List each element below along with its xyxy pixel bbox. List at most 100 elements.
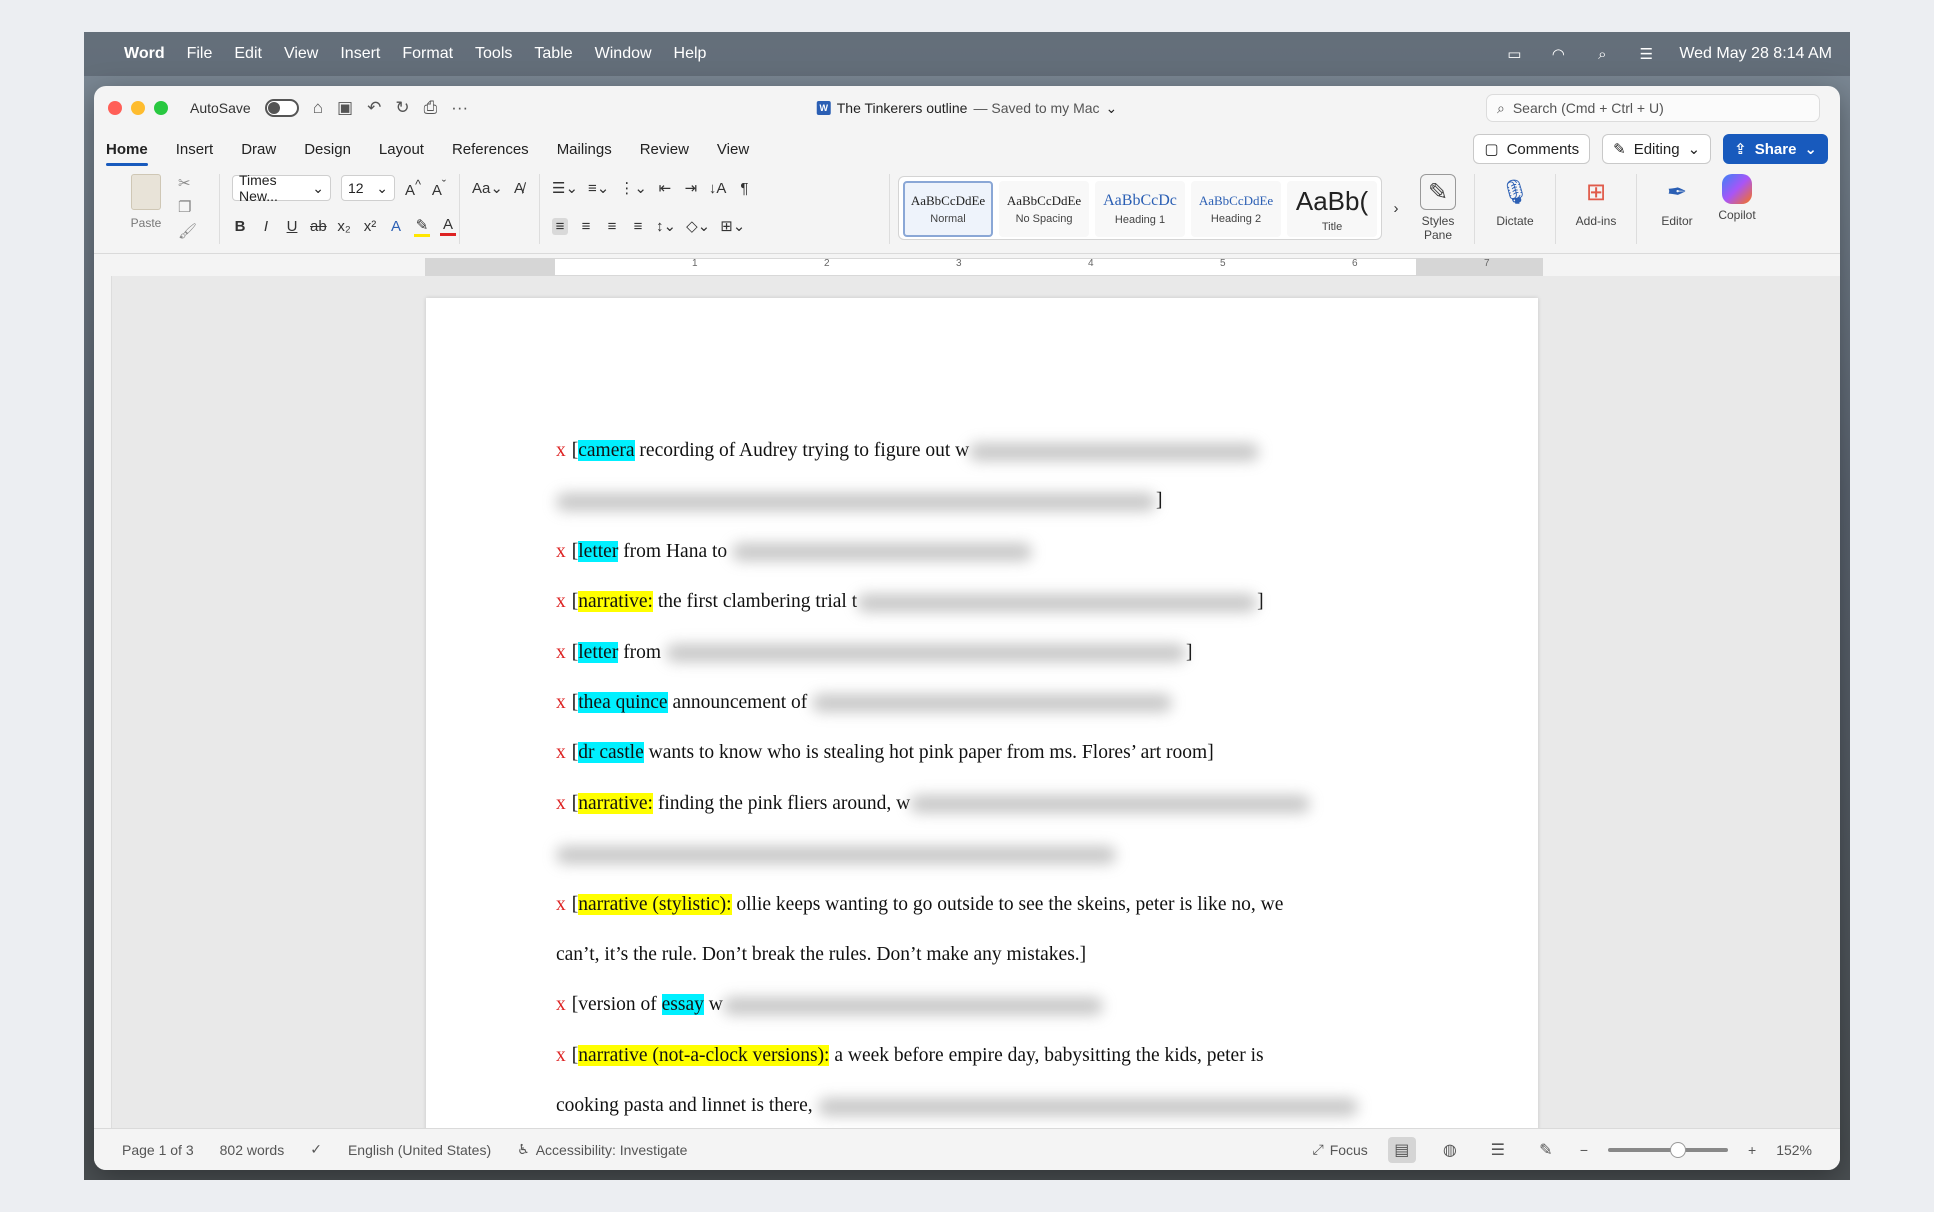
accessibility-indicator[interactable]: ♿ Accessibility: Investigate: [517, 1141, 687, 1158]
outline-view-icon[interactable]: ☰: [1484, 1137, 1512, 1163]
save-icon[interactable]: ▣: [337, 98, 353, 118]
menu-insert[interactable]: Insert: [340, 45, 380, 63]
document-line[interactable]: x [narrative (stylistic): ollie keeps wan…: [556, 880, 1416, 930]
control-center-icon[interactable]: ☰: [1635, 46, 1657, 63]
document-line[interactable]: x [version of essay w: [556, 980, 1416, 1030]
cut-icon[interactable]: ✂: [178, 174, 197, 192]
document-line[interactable]: x [dr castle wants to know who is stealin…: [556, 728, 1416, 778]
superscript-button[interactable]: x²: [362, 218, 378, 235]
styles-more-icon[interactable]: ›: [1388, 200, 1404, 217]
menu-help[interactable]: Help: [674, 45, 707, 63]
document-body[interactable]: x [camera recording of Audrey trying to f…: [556, 426, 1416, 1128]
menu-app-name[interactable]: Word: [124, 45, 165, 63]
copy-icon[interactable]: ❐: [178, 198, 197, 216]
vertical-ruler[interactable]: [94, 276, 112, 1128]
menu-format[interactable]: Format: [402, 45, 453, 63]
dictate-button[interactable]: 🎙 Dictate: [1487, 174, 1543, 229]
tab-design[interactable]: Design: [304, 133, 351, 166]
language-indicator[interactable]: English (United States): [348, 1142, 491, 1158]
document-title[interactable]: W The Tinkerers outline — Saved to my Ma…: [816, 100, 1117, 117]
home-icon[interactable]: ⌂: [313, 98, 323, 118]
text-effects-icon[interactable]: A: [388, 218, 404, 235]
tab-references[interactable]: References: [452, 133, 529, 166]
draft-view-icon[interactable]: ✎: [1532, 1137, 1560, 1163]
page-count[interactable]: Page 1 of 3: [122, 1142, 194, 1158]
menu-datetime[interactable]: Wed May 28 8:14 AM: [1679, 45, 1832, 63]
numbering-icon[interactable]: ≡⌄: [588, 179, 609, 197]
align-right-icon[interactable]: ≡: [604, 218, 620, 235]
document-line[interactable]: x [thea quince announcement of: [556, 678, 1416, 728]
web-layout-icon[interactable]: ◍: [1436, 1137, 1464, 1163]
wifi-icon[interactable]: ◠: [1547, 46, 1569, 63]
format-painter-icon[interactable]: 🖌: [178, 222, 197, 240]
comments-button[interactable]: ▢ Comments: [1473, 134, 1591, 164]
tab-layout[interactable]: Layout: [379, 133, 424, 166]
style-heading-2[interactable]: AaBbCcDdEe Heading 2: [1191, 181, 1281, 237]
paste-button[interactable]: Paste: [122, 174, 170, 244]
clear-formatting-icon[interactable]: A̸: [511, 180, 527, 197]
align-left-icon[interactable]: ≡: [552, 217, 568, 235]
tab-view[interactable]: View: [717, 133, 749, 166]
styles-pane-button[interactable]: ✎ Styles Pane: [1410, 174, 1466, 242]
addins-button[interactable]: ⊞ Add-ins: [1568, 174, 1624, 229]
tab-review[interactable]: Review: [640, 133, 689, 166]
bold-button[interactable]: B: [232, 218, 248, 235]
document-line[interactable]: cooking pasta and linnet is there,: [556, 1081, 1416, 1128]
justify-icon[interactable]: ≡: [630, 218, 646, 235]
word-count[interactable]: 802 words: [220, 1142, 285, 1158]
decrease-indent-icon[interactable]: ⇤: [657, 179, 673, 197]
focus-button[interactable]: ⤢ Focus: [1312, 1141, 1367, 1158]
show-formatting-icon[interactable]: ¶: [736, 180, 752, 197]
zoom-window-button[interactable]: [154, 101, 168, 115]
zoom-slider[interactable]: [1608, 1141, 1728, 1158]
document-page[interactable]: x [camera recording of Audrey trying to f…: [426, 298, 1538, 1128]
zoom-in-icon[interactable]: +: [1748, 1142, 1756, 1158]
style-normal[interactable]: AaBbCcDdEe Normal: [903, 181, 993, 237]
spotlight-search-icon[interactable]: ⌕: [1591, 46, 1613, 63]
menu-tools[interactable]: Tools: [475, 45, 512, 63]
zoom-out-icon[interactable]: −: [1580, 1142, 1588, 1158]
document-line[interactable]: x [narrative: finding the pink fliers aro…: [556, 779, 1416, 829]
shading-icon[interactable]: ◇⌄: [686, 217, 710, 235]
print-icon[interactable]: ⎙: [424, 98, 438, 118]
font-size-dropdown[interactable]: 12 ⌄: [340, 175, 395, 201]
print-layout-icon[interactable]: ▤: [1387, 1136, 1416, 1163]
italic-button[interactable]: I: [258, 218, 274, 235]
copilot-button[interactable]: Copilot: [1709, 174, 1765, 244]
tab-insert[interactable]: Insert: [176, 133, 214, 166]
menu-file[interactable]: File: [187, 45, 213, 63]
undo-icon[interactable]: ↶: [367, 98, 381, 118]
shrink-font-icon[interactable]: Aˇ: [431, 178, 447, 199]
document-line[interactable]: x [camera recording of Audrey trying to f…: [556, 426, 1416, 476]
multilevel-list-icon[interactable]: ⋮⌄: [619, 179, 647, 197]
editor-button[interactable]: ✒ Editor: [1649, 174, 1705, 244]
document-line[interactable]: x [narrative (not-a-clock versions): a we…: [556, 1031, 1416, 1081]
tab-draw[interactable]: Draw: [241, 133, 276, 166]
strikethrough-button[interactable]: ab: [310, 218, 327, 235]
document-line[interactable]: x [letter from ]: [556, 628, 1416, 678]
minimize-window-button[interactable]: [131, 101, 145, 115]
font-name-dropdown[interactable]: Times New... ⌄: [232, 172, 331, 204]
tab-home[interactable]: Home: [106, 133, 148, 166]
style-no-spacing[interactable]: AaBbCcDdEe No Spacing: [999, 181, 1089, 237]
zoom-slider-knob[interactable]: [1670, 1141, 1686, 1158]
autosave-toggle[interactable]: [264, 99, 299, 117]
redo-icon[interactable]: ↻: [395, 98, 409, 118]
style-heading-1[interactable]: AaBbCcDc Heading 1: [1095, 181, 1185, 237]
document-line[interactable]: can’t, it’s the rule. Don’t break the ru…: [556, 930, 1416, 980]
more-icon[interactable]: ···: [451, 98, 468, 118]
subscript-button[interactable]: x₂: [336, 218, 352, 235]
grow-font-icon[interactable]: A^: [405, 178, 421, 199]
zoom-level[interactable]: 152%: [1776, 1142, 1812, 1158]
document-canvas[interactable]: x [camera recording of Audrey trying to f…: [94, 276, 1840, 1128]
close-window-button[interactable]: [108, 101, 122, 115]
document-line[interactable]: ]: [556, 476, 1416, 526]
editing-mode-dropdown[interactable]: ✎ Editing ⌄: [1602, 134, 1712, 164]
underline-button[interactable]: U: [284, 218, 300, 235]
menu-table[interactable]: Table: [534, 45, 572, 63]
search-input[interactable]: ⌕ Search (Cmd + Ctrl + U): [1486, 94, 1820, 122]
battery-icon[interactable]: ▭: [1503, 46, 1525, 63]
change-case-icon[interactable]: Aa⌄: [472, 179, 503, 197]
align-center-icon[interactable]: ≡: [578, 218, 594, 235]
borders-icon[interactable]: ⊞⌄: [720, 217, 745, 235]
